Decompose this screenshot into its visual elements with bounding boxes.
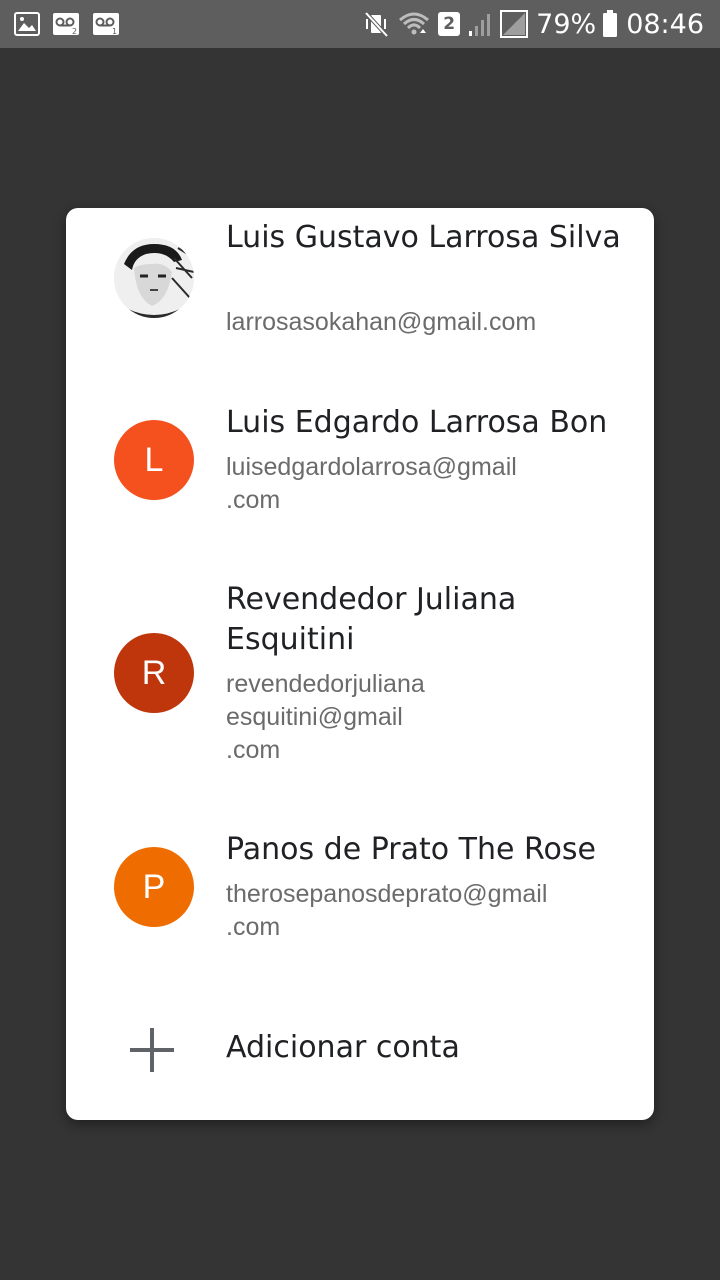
account-picker-dialog: Luis Gustavo Larrosa Silva larrosasokaha…: [66, 208, 654, 1120]
voicemail-1-icon: 1: [92, 12, 120, 36]
plus-icon: [130, 1028, 174, 1072]
account-email: luisedgardolarrosa@gmail .com: [226, 453, 517, 514]
add-account-button[interactable]: Adicionar conta: [66, 1008, 654, 1088]
account-name: Luis Gustavo Larrosa Silva: [226, 220, 621, 255]
account-name: Panos de Prato The Rose: [226, 832, 596, 867]
initial-avatar: R: [114, 633, 194, 713]
initial-avatar: P: [114, 847, 194, 927]
sim-2-icon: 2: [438, 12, 461, 36]
wifi-icon: [398, 10, 430, 38]
image-notification-icon: [14, 12, 40, 36]
battery-icon: [602, 10, 618, 38]
signal-weak-icon: [468, 11, 492, 37]
notification-icons: 2 1: [14, 12, 132, 36]
status-bar: 2 1 2 79% 08:46: [0, 0, 720, 48]
battery-percent: 79%: [536, 8, 597, 40]
no-signal-icon: [500, 10, 529, 38]
clock: 08:46: [626, 8, 704, 40]
sim-badge: 2: [438, 12, 461, 36]
account-name: Luis Edgardo Larrosa Bon: [226, 405, 608, 440]
account-item[interactable]: L Luis Edgardo Larrosa Bon luisedgardola…: [66, 378, 654, 548]
account-item[interactable]: R Revendedor Juliana Esquitini revendedo…: [66, 568, 654, 798]
account-name: Revendedor Juliana Esquitini: [226, 582, 517, 657]
account-email: therosepanosdeprato@gmail .com: [226, 880, 548, 941]
svg-text:1: 1: [112, 27, 117, 36]
account-item[interactable]: Luis Gustavo Larrosa Silva larrosasokaha…: [66, 208, 654, 378]
account-item[interactable]: P Panos de Prato The Rose therosepanosde…: [66, 818, 654, 978]
account-email: larrosasokahan@gmail.com: [226, 308, 537, 336]
profile-photo-avatar: [114, 238, 194, 318]
account-email: revendedorjuliana esquitini@gmail .com: [226, 670, 425, 764]
voicemail-2-icon: 2: [52, 12, 80, 36]
add-account-label: Adicionar conta: [226, 1030, 460, 1065]
system-icons: 2 79% 08:46: [362, 9, 704, 40]
vibrate-mute-icon: [362, 10, 390, 38]
svg-text:2: 2: [72, 27, 77, 36]
initial-avatar: L: [114, 420, 194, 500]
